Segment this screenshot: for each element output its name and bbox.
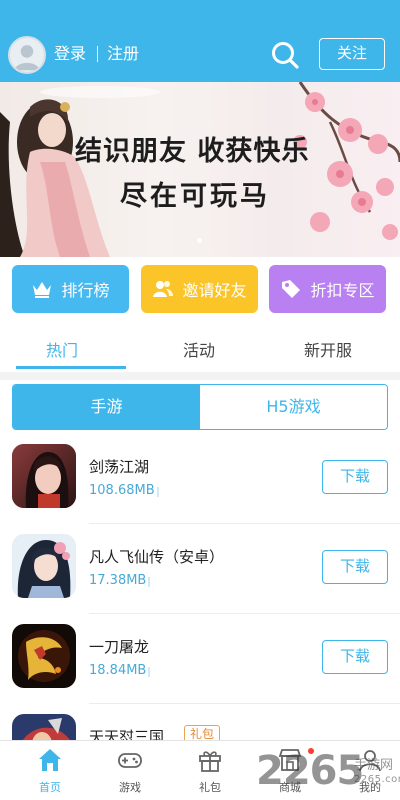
watermark-logo: 2265 bbox=[256, 748, 364, 794]
discount-zone-button[interactable]: 折扣专区 bbox=[269, 265, 386, 313]
crown-icon bbox=[33, 282, 52, 298]
register-link[interactable]: 注册 bbox=[107, 44, 139, 64]
banner-subheadline: 尽在可玩马 bbox=[120, 181, 270, 212]
section-divider bbox=[0, 372, 400, 380]
game-icon-fanren bbox=[12, 534, 76, 598]
top-header: 登录 注册 关注 bbox=[0, 0, 400, 82]
nav-gifts-label: 礼包 bbox=[199, 781, 221, 794]
game-size: 17.38MB bbox=[89, 573, 147, 588]
nav-home-label: 首页 bbox=[39, 781, 61, 794]
user-avatar-icon bbox=[14, 45, 40, 71]
tab-active-indicator bbox=[16, 366, 126, 369]
download-button[interactable]: 下载 bbox=[322, 460, 388, 494]
game-icon-jiandang bbox=[12, 444, 76, 508]
watermark-text: 手游网 bbox=[354, 758, 394, 773]
gift-icon bbox=[199, 751, 221, 772]
size-indicator bbox=[157, 487, 159, 497]
tab-events[interactable]: 活动 bbox=[183, 337, 215, 361]
nav-games-label: 游戏 bbox=[119, 781, 141, 794]
nav-gifts[interactable]: 礼包 bbox=[170, 741, 250, 800]
gamepad-icon bbox=[118, 753, 142, 768]
tag-icon bbox=[282, 280, 301, 298]
row-divider bbox=[89, 703, 400, 704]
promo-banner[interactable]: 结识朋友 收获快乐 尽在可玩马 bbox=[0, 82, 400, 257]
tab-hot[interactable]: 热门 bbox=[46, 337, 78, 361]
discount-zone-label: 折扣专区 bbox=[310, 281, 375, 300]
segment-mobile-games[interactable]: 手游 bbox=[13, 385, 200, 429]
game-name: 一刀屠龙 bbox=[89, 638, 150, 656]
invite-friends-button[interactable]: 邀请好友 bbox=[141, 265, 258, 313]
game-list-item[interactable]: 一刀屠龙 18.84MB 下载 bbox=[0, 624, 400, 714]
watermark-url: 2265.com bbox=[354, 774, 400, 785]
login-register-divider bbox=[97, 46, 98, 62]
invite-friends-label: 邀请好友 bbox=[182, 281, 247, 300]
size-indicator bbox=[148, 577, 150, 587]
avatar[interactable] bbox=[8, 36, 46, 74]
nav-games[interactable]: 游戏 bbox=[90, 741, 170, 800]
game-name: 剑荡江湖 bbox=[89, 458, 150, 476]
users-icon bbox=[153, 281, 174, 297]
banner-artwork bbox=[0, 82, 400, 257]
carousel-dot-active[interactable] bbox=[197, 238, 202, 243]
row-divider bbox=[89, 613, 400, 614]
home-icon bbox=[39, 749, 61, 771]
download-button[interactable]: 下载 bbox=[322, 550, 388, 584]
ranking-label: 排行榜 bbox=[61, 281, 110, 300]
game-size: 108.68MB bbox=[89, 483, 155, 498]
game-list-item[interactable]: 剑荡江湖 108.68MB 下载 bbox=[0, 444, 400, 534]
nav-home[interactable]: 首页 bbox=[10, 741, 90, 800]
row-divider bbox=[89, 523, 400, 524]
segment-h5-games[interactable]: H5游戏 bbox=[200, 385, 387, 429]
search-icon[interactable] bbox=[270, 40, 300, 70]
follow-button[interactable]: 关注 bbox=[319, 38, 385, 70]
banner-headline: 结识朋友 收获快乐 bbox=[75, 136, 310, 167]
game-type-segmented-control: 手游 H5游戏 bbox=[12, 384, 388, 430]
tab-new-servers[interactable]: 新开服 bbox=[304, 337, 352, 361]
download-button[interactable]: 下载 bbox=[322, 640, 388, 674]
game-size: 18.84MB bbox=[89, 663, 147, 678]
game-icon-yidaotulong bbox=[12, 624, 76, 688]
ranking-button[interactable]: 排行榜 bbox=[12, 265, 129, 313]
game-name: 凡人飞仙传（安卓） bbox=[89, 548, 225, 566]
size-indicator bbox=[148, 667, 150, 677]
login-link[interactable]: 登录 bbox=[54, 44, 86, 64]
game-list-item[interactable]: 凡人飞仙传（安卓） 17.38MB 下载 bbox=[0, 534, 400, 624]
